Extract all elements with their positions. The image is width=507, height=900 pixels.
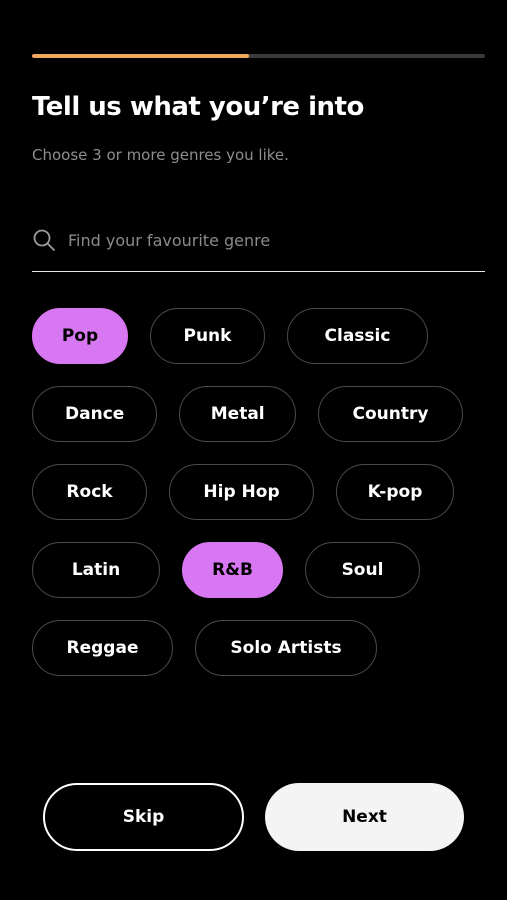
- genre-chip-classic[interactable]: Classic: [287, 308, 428, 364]
- genre-chip-grid: Pop Punk Classic Dance Metal Country Roc…: [32, 308, 485, 698]
- genre-search-bar[interactable]: [32, 222, 485, 272]
- genre-chip-k-pop[interactable]: K-pop: [336, 464, 454, 520]
- genre-row: Rock Hip Hop K-pop: [32, 464, 485, 520]
- genre-chip-latin[interactable]: Latin: [32, 542, 160, 598]
- genre-chip-reggae[interactable]: Reggae: [32, 620, 173, 676]
- page-subtitle: Choose 3 or more genres you like.: [32, 146, 289, 164]
- search-icon: [33, 229, 55, 251]
- genre-chip-country[interactable]: Country: [318, 386, 463, 442]
- next-button[interactable]: Next: [265, 783, 464, 851]
- genre-row: Pop Punk Classic: [32, 308, 485, 364]
- genre-chip-r-and-b[interactable]: R&B: [182, 542, 283, 598]
- genre-chip-punk[interactable]: Punk: [150, 308, 265, 364]
- genre-chip-dance[interactable]: Dance: [32, 386, 158, 442]
- genre-chip-rock[interactable]: Rock: [32, 464, 147, 520]
- progress-fill: [32, 54, 250, 58]
- page-title: Tell us what you’re into: [32, 92, 364, 122]
- genre-chip-hip-hop[interactable]: Hip Hop: [169, 464, 314, 520]
- genre-chip-soul[interactable]: Soul: [305, 542, 420, 598]
- skip-button[interactable]: Skip: [43, 783, 244, 851]
- genre-row: Reggae Solo Artists: [32, 620, 485, 676]
- genre-chip-solo-artists[interactable]: Solo Artists: [195, 620, 377, 676]
- genre-chip-metal[interactable]: Metal: [179, 386, 296, 442]
- genre-search-input[interactable]: [68, 222, 468, 258]
- genre-chip-pop[interactable]: Pop: [32, 308, 128, 364]
- onboarding-progress-bar: [32, 54, 485, 58]
- genre-row: Dance Metal Country: [32, 386, 485, 442]
- genre-row: Latin R&B Soul: [32, 542, 485, 598]
